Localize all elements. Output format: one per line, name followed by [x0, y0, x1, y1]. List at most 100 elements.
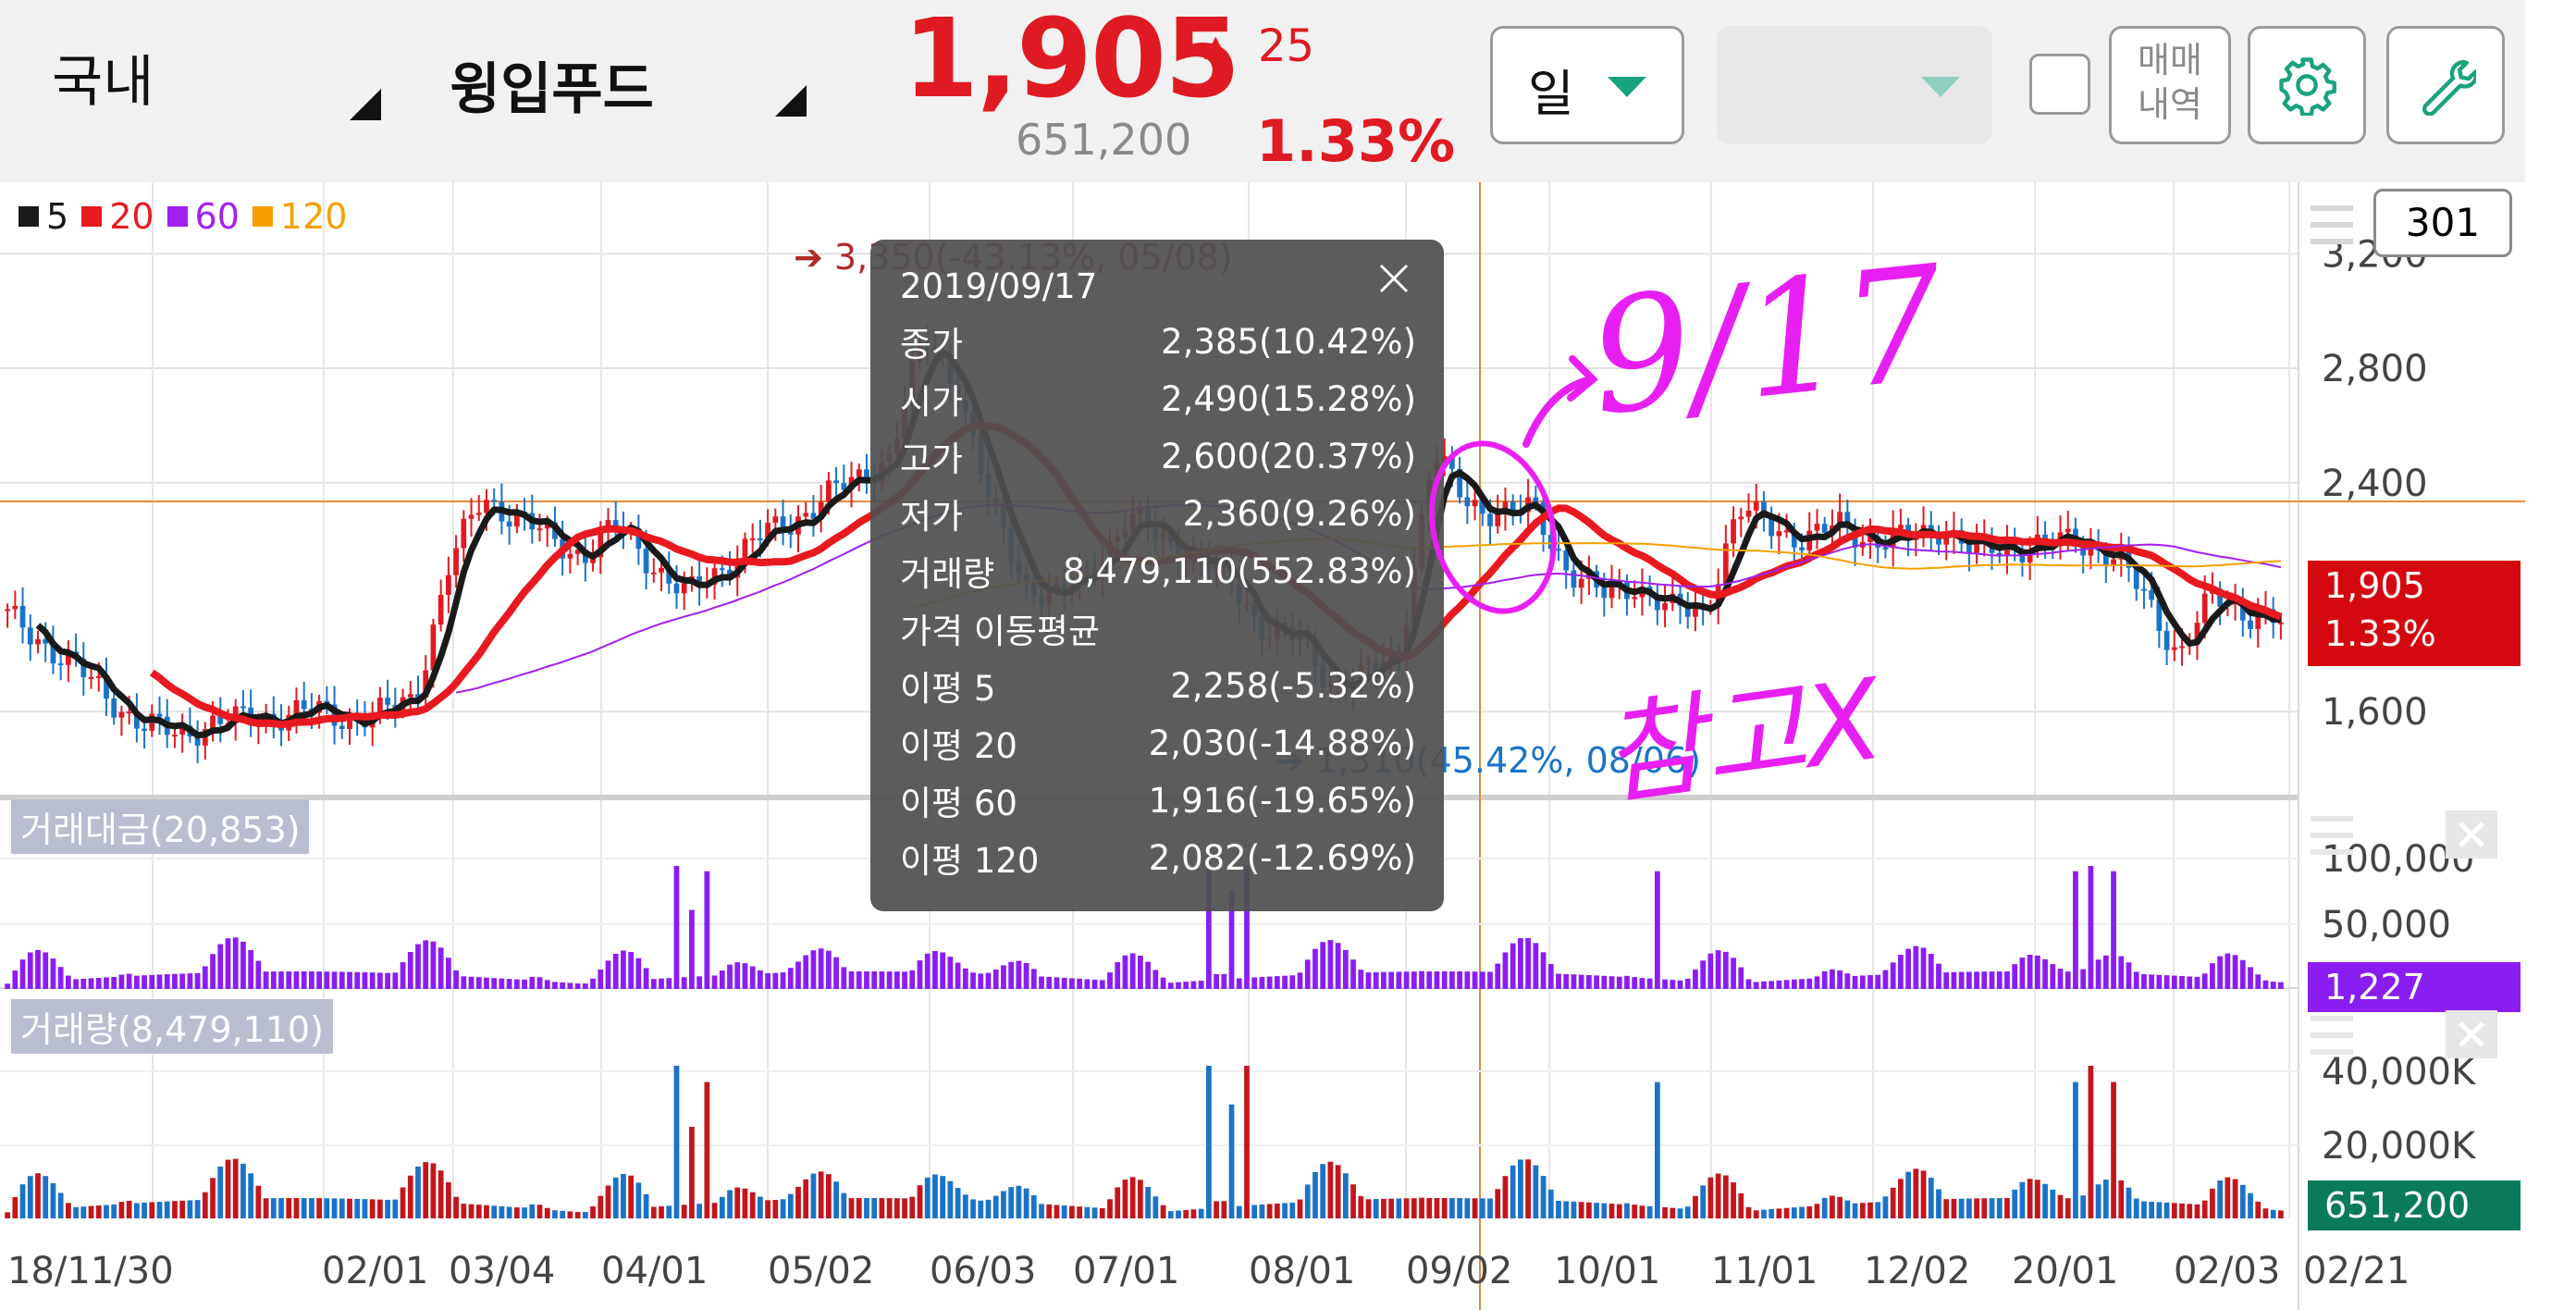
amount-bar — [156, 974, 163, 989]
amount-bar — [1996, 971, 2003, 989]
amount-bar — [1335, 943, 1341, 989]
amount-bar — [377, 972, 383, 989]
amount-bar — [27, 952, 33, 989]
amount-bar — [1585, 975, 1592, 989]
candle-body — [453, 548, 459, 575]
volume-bar — [1054, 1205, 1060, 1218]
volume-bar — [1974, 1198, 1979, 1218]
x-tick-label: 12/02 — [1864, 1250, 1970, 1292]
volume-bar — [475, 1205, 482, 1218]
volume-bar — [248, 1173, 254, 1218]
amount-bar — [1495, 963, 1501, 989]
volume-bar — [1228, 1104, 1235, 1218]
volume-bar — [278, 1198, 284, 1218]
amount-bar — [1313, 948, 1318, 989]
amount-bar — [1176, 982, 1181, 989]
amount-bar — [1966, 971, 1972, 989]
tooltip-row: 고가 2,600(20.37%) — [900, 428, 1416, 484]
amount-bar — [1776, 980, 1782, 989]
tooltip-date: 2019/09/17 — [900, 266, 1098, 306]
amount-bar — [970, 972, 976, 989]
trade-history-button[interactable]: 매매 내역 — [2109, 26, 2231, 144]
volume-bar — [621, 1173, 626, 1218]
volume-bar — [2034, 1180, 2040, 1218]
amount-bar — [2141, 974, 2147, 989]
amount-bar — [210, 954, 216, 989]
amount-bar — [1920, 947, 1927, 989]
amount-bar — [12, 970, 18, 989]
volume-bar — [1769, 1208, 1775, 1218]
candle-body — [2064, 528, 2071, 533]
volume-bar — [902, 1198, 907, 1218]
volume-bar — [1700, 1185, 1707, 1218]
amount-bar — [681, 977, 687, 989]
amount-bar — [1122, 955, 1128, 989]
tools-button[interactable] — [2386, 26, 2505, 144]
volume-bar — [1791, 1207, 1797, 1218]
volume-bar — [331, 1198, 338, 1218]
market-dropdown-icon[interactable] — [348, 87, 383, 122]
volume-bar — [1449, 1198, 1455, 1218]
amount-bar — [1547, 964, 1554, 989]
volume-bar — [1585, 1202, 1592, 1218]
stock-dropdown-icon[interactable] — [773, 83, 808, 118]
stock-name[interactable]: 윙입푸드 — [450, 44, 654, 125]
indicator-count-box[interactable]: 301 — [2373, 189, 2512, 257]
volume-bar — [719, 1196, 725, 1218]
amount-bar — [886, 971, 893, 989]
volume-bar — [1084, 1206, 1091, 1218]
close-icon[interactable] — [1375, 260, 1412, 297]
candle-body — [468, 514, 475, 519]
volume-bar — [1898, 1179, 1904, 1218]
amount-bar — [286, 971, 292, 989]
amount-bar — [1913, 945, 1919, 989]
top-toolbar: 국내 윙입푸드 1,905 ▲ 25 651,200 1.33% 일 매매 내역 — [0, 0, 2525, 182]
volume-bar — [1905, 1171, 1911, 1218]
amount-bar — [2163, 975, 2170, 989]
period-select[interactable]: 일 — [1490, 26, 1684, 144]
amount-bar — [1016, 960, 1022, 989]
volume-bar — [727, 1190, 733, 1218]
wrench-icon — [2422, 60, 2476, 116]
volume-bar — [194, 1200, 201, 1218]
volume-bar — [1684, 1206, 1691, 1218]
legend-ma20: 20 — [109, 196, 154, 237]
candle-body — [385, 698, 390, 705]
volume-bar — [1426, 1198, 1433, 1218]
market-label[interactable]: 국내 — [52, 37, 154, 117]
volume-bar — [924, 1177, 931, 1218]
overlay-checkbox[interactable] — [2029, 54, 2090, 115]
menu-icon[interactable] — [2309, 812, 2355, 860]
close-icon[interactable] — [2446, 1010, 2497, 1058]
candle-body — [142, 728, 147, 731]
volume-bar — [1958, 1198, 1965, 1218]
amount-bar — [1084, 979, 1091, 989]
volume-bar — [1198, 1208, 1204, 1218]
amount-bar — [2278, 982, 2284, 989]
tooltip-row-value: 2,600(20.37%) — [1161, 436, 1416, 476]
candle-detail-tooltip: 2019/09/17 종가 2,385(10.42%) 시가 2,490(15.28%… — [870, 240, 1444, 911]
volume-bar — [1289, 1202, 1296, 1218]
tooltip-row-value: 1,916(-19.65%) — [1148, 780, 1416, 821]
amount-bar — [2171, 975, 2177, 989]
menu-icon[interactable] — [2309, 1012, 2355, 1060]
volume-bar — [590, 1206, 596, 1218]
amount-bar — [369, 972, 376, 989]
volume-bar — [255, 1185, 262, 1218]
volume-bar — [1487, 1198, 1493, 1218]
amount-bar — [696, 976, 703, 989]
amount-bar — [1646, 978, 1653, 989]
volume-bar — [1943, 1199, 1950, 1218]
amount-bar — [202, 966, 208, 989]
volume-bar — [894, 1198, 900, 1218]
volume-bar — [810, 1173, 817, 1218]
settings-button[interactable] — [2248, 26, 2366, 144]
tooltip-date-row: 2019/09/17 — [900, 258, 1416, 314]
volume-bar — [27, 1176, 33, 1218]
close-icon[interactable] — [2446, 810, 2497, 859]
secondary-select[interactable] — [1717, 26, 1992, 144]
volume-bar — [1388, 1198, 1395, 1218]
amount-bar — [621, 950, 626, 989]
menu-icon[interactable] — [2309, 202, 2355, 250]
volume-bar — [552, 1210, 558, 1218]
